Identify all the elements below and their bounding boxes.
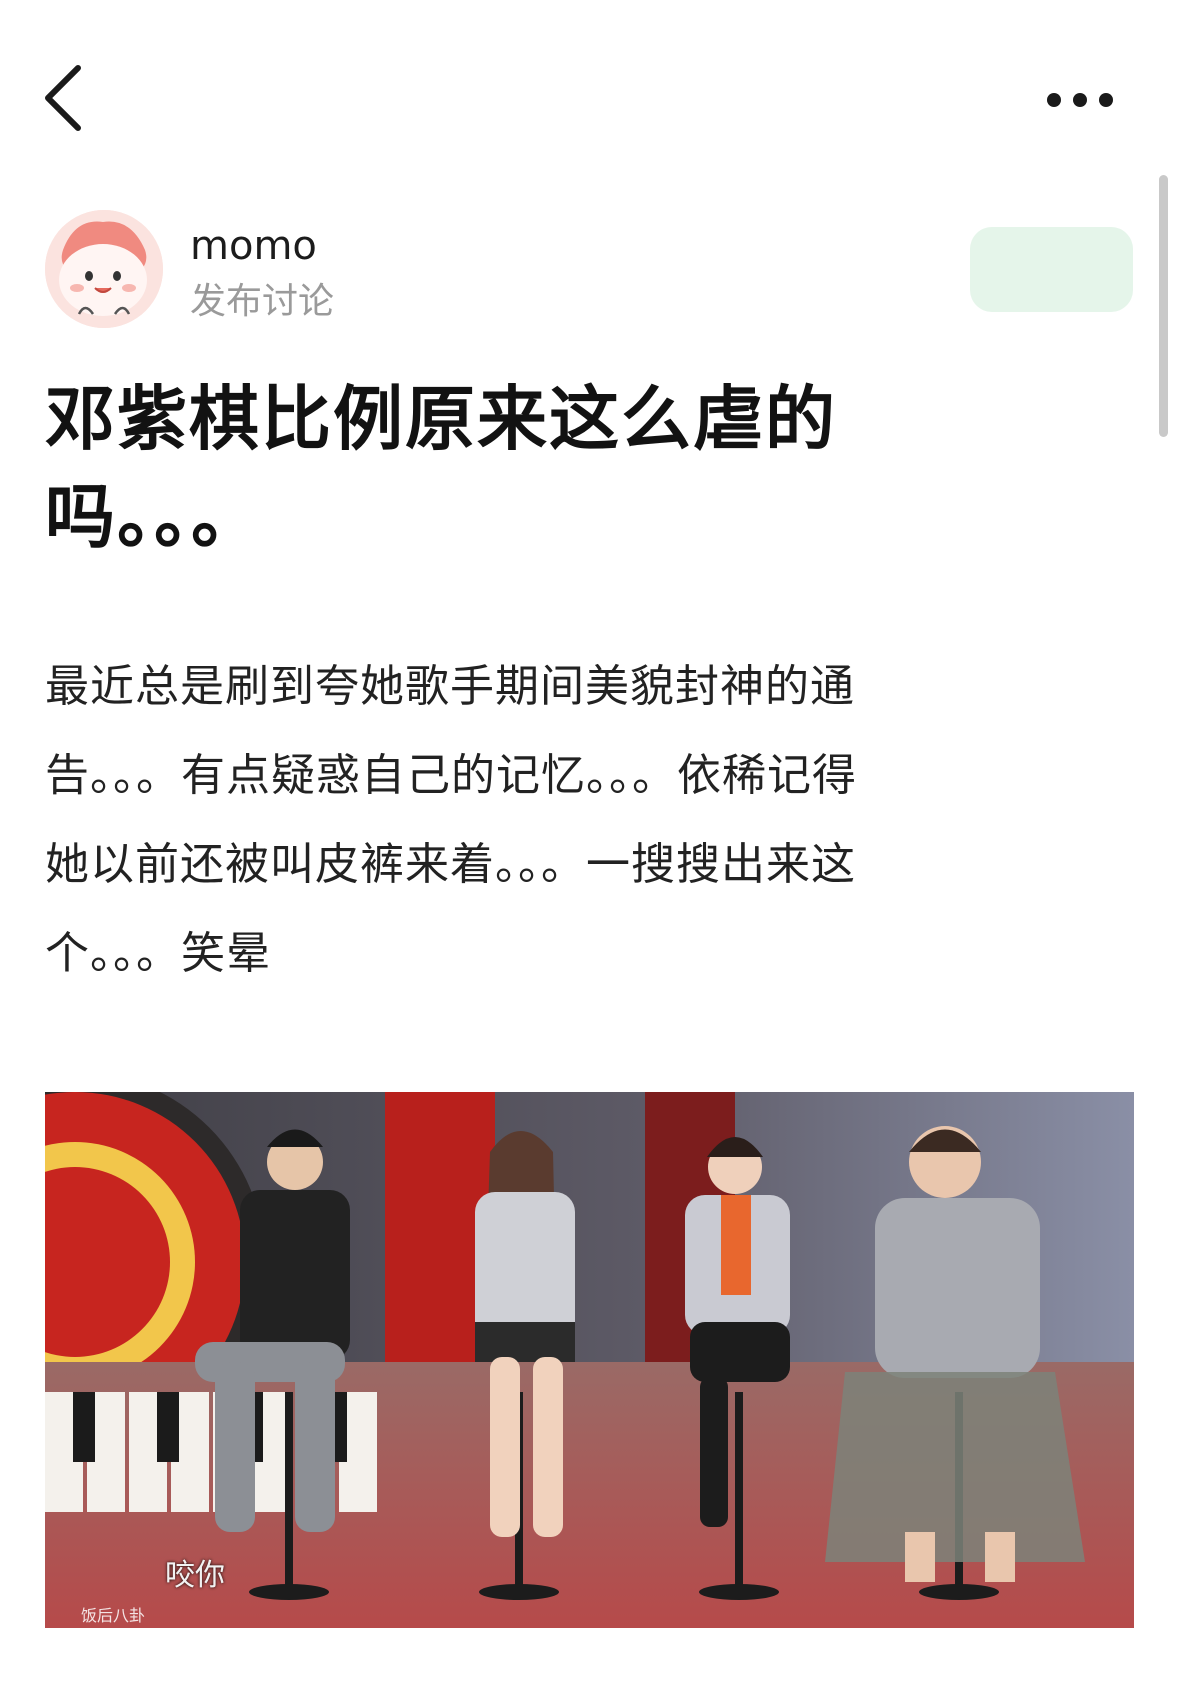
post-title-line-2: 吗。。。 <box>45 476 263 558</box>
stage-photo-illustration <box>45 1092 1134 1628</box>
post-body-line-2: 告。。。有点疑惑自己的记忆。。。依稀记得 <box>45 750 857 801</box>
author-name[interactable]: momo <box>190 222 317 270</box>
post-title: 邓紫棋比例原来这么虐的 吗。。。 <box>45 370 925 566</box>
more-dots-icon <box>1047 93 1113 107</box>
avatar[interactable] <box>45 210 163 328</box>
back-button[interactable] <box>40 58 100 138</box>
post-type-label: 发布讨论 <box>190 281 335 322</box>
photo-watermark: 饭后八卦 <box>81 1606 146 1625</box>
post-image[interactable]: 咬你 饭后八卦 <box>45 1092 1134 1628</box>
top-nav <box>0 0 1179 190</box>
follow-button[interactable] <box>970 227 1133 312</box>
post-body-line-1: 最近总是刷到夸她歌手期间美貌封神的通 <box>45 661 855 712</box>
post-page: momo 发布讨论 邓紫棋比例原来这么虐的 吗。。。 最近总是刷到夸她歌手期间美… <box>0 0 1179 1691</box>
scrollbar[interactable] <box>1159 175 1168 437</box>
photo-subtitle: 咬你 <box>165 1558 225 1593</box>
post-body: 最近总是刷到夸她歌手期间美貌封神的通 告。。。有点疑惑自己的记忆。。。依稀记得 … <box>45 642 1125 998</box>
more-button[interactable] <box>1040 82 1120 118</box>
post-body-line-3: 她以前还被叫皮裤来着。。。一搜搜出来这 <box>45 839 856 890</box>
cartoon-avatar-icon <box>45 210 163 328</box>
chevron-left-icon <box>45 65 81 131</box>
post-title-line-1: 邓紫棋比例原来这么虐的 <box>45 378 837 460</box>
post-body-line-4: 个。。。笑晕 <box>45 928 271 979</box>
